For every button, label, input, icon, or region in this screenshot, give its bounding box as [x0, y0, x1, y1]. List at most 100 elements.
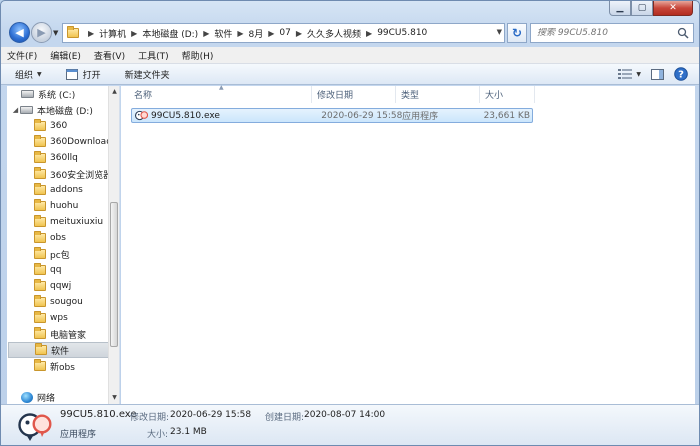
tree-item-network[interactable]: 网络	[21, 389, 119, 404]
column-header-modified[interactable]: 修改日期	[312, 86, 396, 103]
help-button[interactable]: ?	[673, 67, 689, 81]
navigation-pane: 系统 (C:) ◢ 本地磁盘 (D:) 360 360Downloads 360…	[7, 86, 120, 404]
breadcrumb-august[interactable]: 8月	[249, 27, 264, 40]
chevron-right-icon[interactable]: ▶	[366, 29, 372, 38]
menu-tools[interactable]: 工具(T)	[138, 49, 169, 62]
folder-icon	[34, 199, 46, 211]
column-header-name[interactable]: ▲ 名称	[129, 84, 312, 103]
folder-icon	[34, 247, 46, 259]
search-input[interactable]	[537, 28, 677, 38]
navigation-scrollbar[interactable]: ▲ ▼	[108, 86, 119, 404]
file-modified: 2020-06-29 15:58	[321, 110, 403, 121]
maximize-button[interactable]: ▢	[631, 1, 653, 16]
app-logo-icon	[135, 110, 148, 121]
menu-help[interactable]: 帮助(H)	[182, 49, 214, 62]
tree-item-label: qq	[50, 265, 62, 275]
tree-item-label: 网络	[37, 393, 56, 404]
svg-text:?: ?	[678, 70, 684, 81]
refresh-button[interactable]: ↻	[507, 23, 527, 43]
details-modified-value: 2020-06-29 15:58	[170, 410, 252, 420]
folder-icon	[34, 311, 46, 323]
breadcrumb-computer[interactable]: 计算机	[99, 27, 126, 40]
preview-pane-icon	[650, 68, 664, 80]
tree-item-drive-c[interactable]: 系统 (C:)	[21, 86, 119, 102]
chevron-down-icon: ▼	[37, 70, 42, 78]
breadcrumb-video[interactable]: 久久多人视频	[307, 27, 361, 40]
chevron-right-icon[interactable]: ▶	[203, 29, 209, 38]
chevron-right-icon[interactable]: ▶	[237, 29, 243, 38]
tree-item-folder[interactable]: 360安全浏览器下	[34, 166, 109, 182]
tree-item-label: obs	[50, 233, 66, 243]
organize-label: 组织	[15, 70, 34, 81]
tree-item-label: sougou	[50, 297, 83, 307]
tree-item-label: 360	[50, 121, 68, 131]
view-details-icon	[618, 69, 633, 79]
scroll-up-icon[interactable]: ▲	[109, 86, 119, 98]
scrollbar-thumb[interactable]	[110, 202, 118, 347]
folder-icon	[34, 135, 46, 147]
scroll-down-icon[interactable]: ▼	[109, 392, 119, 404]
file-name: 99CU5.810.exe	[151, 110, 220, 121]
chevron-right-icon[interactable]: ▶	[296, 29, 302, 38]
change-view-button[interactable]	[617, 67, 633, 81]
folder-icon	[34, 327, 46, 339]
tree-item-label: huohu	[50, 201, 79, 211]
breadcrumb-07[interactable]: 07	[279, 28, 290, 38]
explorer-window: ▁ ▢ ✕ ◀ ▶ ▼ ▶ 计算机 ▶ 本地磁盘 (D:) ▶ 软件 ▶ 8月 …	[0, 0, 700, 446]
column-header-label: 类型	[401, 91, 420, 101]
tree-item-label: pc包	[50, 250, 70, 261]
details-pane: 99CU5.810.exe 应用程序 修改日期: 2020-06-29 15:5…	[1, 404, 699, 445]
file-row-selected[interactable]: 99CU5.810.exe 2020-06-29 15:58 应用程序 23,6…	[131, 108, 533, 123]
tree-item-drive-d[interactable]: ◢ 本地磁盘 (D:)	[11, 102, 113, 118]
open-label: 打开	[82, 70, 101, 81]
breadcrumb-current[interactable]: 99CU5.810	[377, 28, 427, 38]
chevron-down-icon[interactable]: ▼	[636, 71, 641, 78]
details-modified-label: 修改日期:	[130, 413, 170, 423]
details-file-name: 99CU5.810.exe	[60, 409, 137, 420]
folder-icon	[34, 183, 46, 195]
column-header-type[interactable]: 类型	[396, 86, 480, 103]
expanded-arrow-icon[interactable]: ◢	[11, 106, 20, 114]
tree-item-label: 软件	[51, 346, 70, 357]
breadcrumb-software[interactable]: 软件	[214, 27, 232, 40]
chevron-right-icon[interactable]: ▶	[131, 29, 137, 38]
forward-button[interactable]: ▶	[31, 22, 52, 43]
folder-icon	[34, 119, 46, 131]
file-size: 23,661 KB	[483, 110, 530, 121]
column-header-label: 修改日期	[317, 91, 354, 101]
details-size-label: 大小:	[147, 430, 169, 440]
refresh-icon: ↻	[511, 26, 523, 40]
folder-icon	[35, 343, 47, 355]
recent-pages-dropdown[interactable]: ▼	[53, 29, 58, 37]
menu-bar: 文件(F) 编辑(E) 查看(V) 工具(T) 帮助(H)	[1, 47, 699, 64]
menu-edit[interactable]: 编辑(E)	[50, 49, 81, 62]
help-icon: ?	[674, 67, 688, 81]
organize-button[interactable]: 组织 ▼	[15, 68, 42, 81]
search-box[interactable]	[530, 23, 694, 43]
tree-item-label: 系统 (C:)	[38, 90, 76, 101]
open-button[interactable]: 打开	[65, 68, 101, 81]
folder-icon	[34, 151, 46, 163]
menu-view[interactable]: 查看(V)	[94, 49, 125, 62]
tree-item-folder-selected[interactable]: 软件	[8, 342, 109, 358]
app-logo-icon	[18, 413, 52, 441]
chevron-right-icon[interactable]: ▶	[268, 29, 274, 38]
tree-item-label: 360llq	[50, 153, 78, 163]
breadcrumb-drive-d[interactable]: 本地磁盘 (D:)	[142, 27, 198, 40]
back-button[interactable]: ◀	[9, 22, 30, 43]
preview-pane-button[interactable]	[649, 67, 665, 81]
address-bar[interactable]: ▶ 计算机 ▶ 本地磁盘 (D:) ▶ 软件 ▶ 8月 ▶ 07 ▶ 久久多人视…	[62, 23, 505, 43]
minimize-button[interactable]: ▁	[609, 1, 631, 16]
folder-icon	[67, 26, 79, 38]
tree-item-label: 新obs	[50, 362, 75, 373]
tree-item-label: 360Downloads	[50, 137, 117, 147]
menu-file[interactable]: 文件(F)	[7, 49, 37, 62]
column-header-size[interactable]: 大小	[480, 86, 535, 103]
new-folder-button[interactable]: 新建文件夹	[125, 68, 170, 81]
close-button[interactable]: ✕	[653, 1, 693, 16]
tree-item-label: 360安全浏览器下	[50, 170, 109, 181]
search-icon[interactable]	[677, 27, 689, 39]
new-folder-label: 新建文件夹	[124, 70, 170, 81]
address-dropdown-icon[interactable]: ▼	[497, 28, 502, 36]
folder-icon	[34, 359, 46, 371]
